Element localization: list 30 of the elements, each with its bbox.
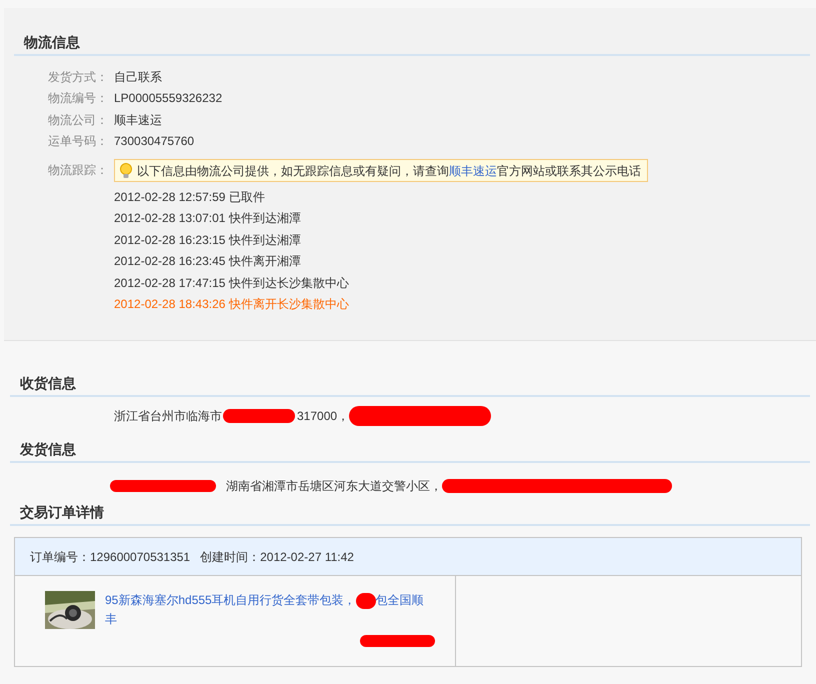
notice-text: 以下信息由物流公司提供，如无跟踪信息或有疑问，请查询顺丰速运官方网站或联系其公示电话 [137, 162, 641, 180]
created-time-text: 创建时间：2012-02-27 11:42 [200, 548, 354, 566]
postcode-text: 317000， [297, 408, 350, 424]
lightbulb-icon [119, 162, 133, 178]
carrier-link[interactable]: 顺丰速运 [449, 164, 497, 178]
field-value: 自己联系 [114, 68, 162, 86]
section-heading: 交易订单详情 [20, 504, 104, 520]
field-value: 顺丰速运 [114, 112, 162, 128]
field-label: 发货方式： [48, 68, 109, 86]
field-value: LP00005559326232 [114, 90, 222, 107]
tracking-event: 2012-02-28 17:47:15 快件到达长沙集散中心 [114, 274, 350, 292]
tracking-event: 2012-02-28 18:43:26 快件离开长沙集散中心 [114, 296, 350, 313]
field-label: 物流跟踪： [48, 162, 109, 179]
section-heading: 发货信息 [20, 441, 76, 457]
tracking-event: 2012-02-28 16:23:15 快件到达湘潭 [114, 232, 302, 248]
field-label: 物流编号： [48, 90, 109, 107]
address-text: 浙江省台州市临海市 [114, 408, 222, 424]
section-heading: 物流信息 [24, 34, 80, 50]
product-link[interactable]: 95新森海塞尔hd555耳机自用行货全套带包装， 包全国顺丰 [105, 591, 435, 629]
tracking-event: 2012-02-28 12:57:59 已取件 [114, 188, 266, 205]
redaction-mark [223, 408, 295, 422]
tracking-event: 2012-02-28 13:07:01 快件到达湘潭 [114, 210, 302, 227]
field-value: 730030475760 [114, 133, 194, 150]
tracking-event: 2012-02-28 16:23:45 快件离开湘潭 [114, 253, 302, 270]
redaction-mark [356, 592, 376, 609]
field-label: 运单号码： [48, 133, 109, 150]
address-text: 湖南省湘潭市岳塘区河东大道交警小区， [226, 478, 442, 495]
field-label: 物流公司： [48, 112, 109, 128]
section-heading: 收货信息 [20, 375, 76, 391]
order-number-text: 订单编号：129600070531351 [30, 548, 190, 566]
